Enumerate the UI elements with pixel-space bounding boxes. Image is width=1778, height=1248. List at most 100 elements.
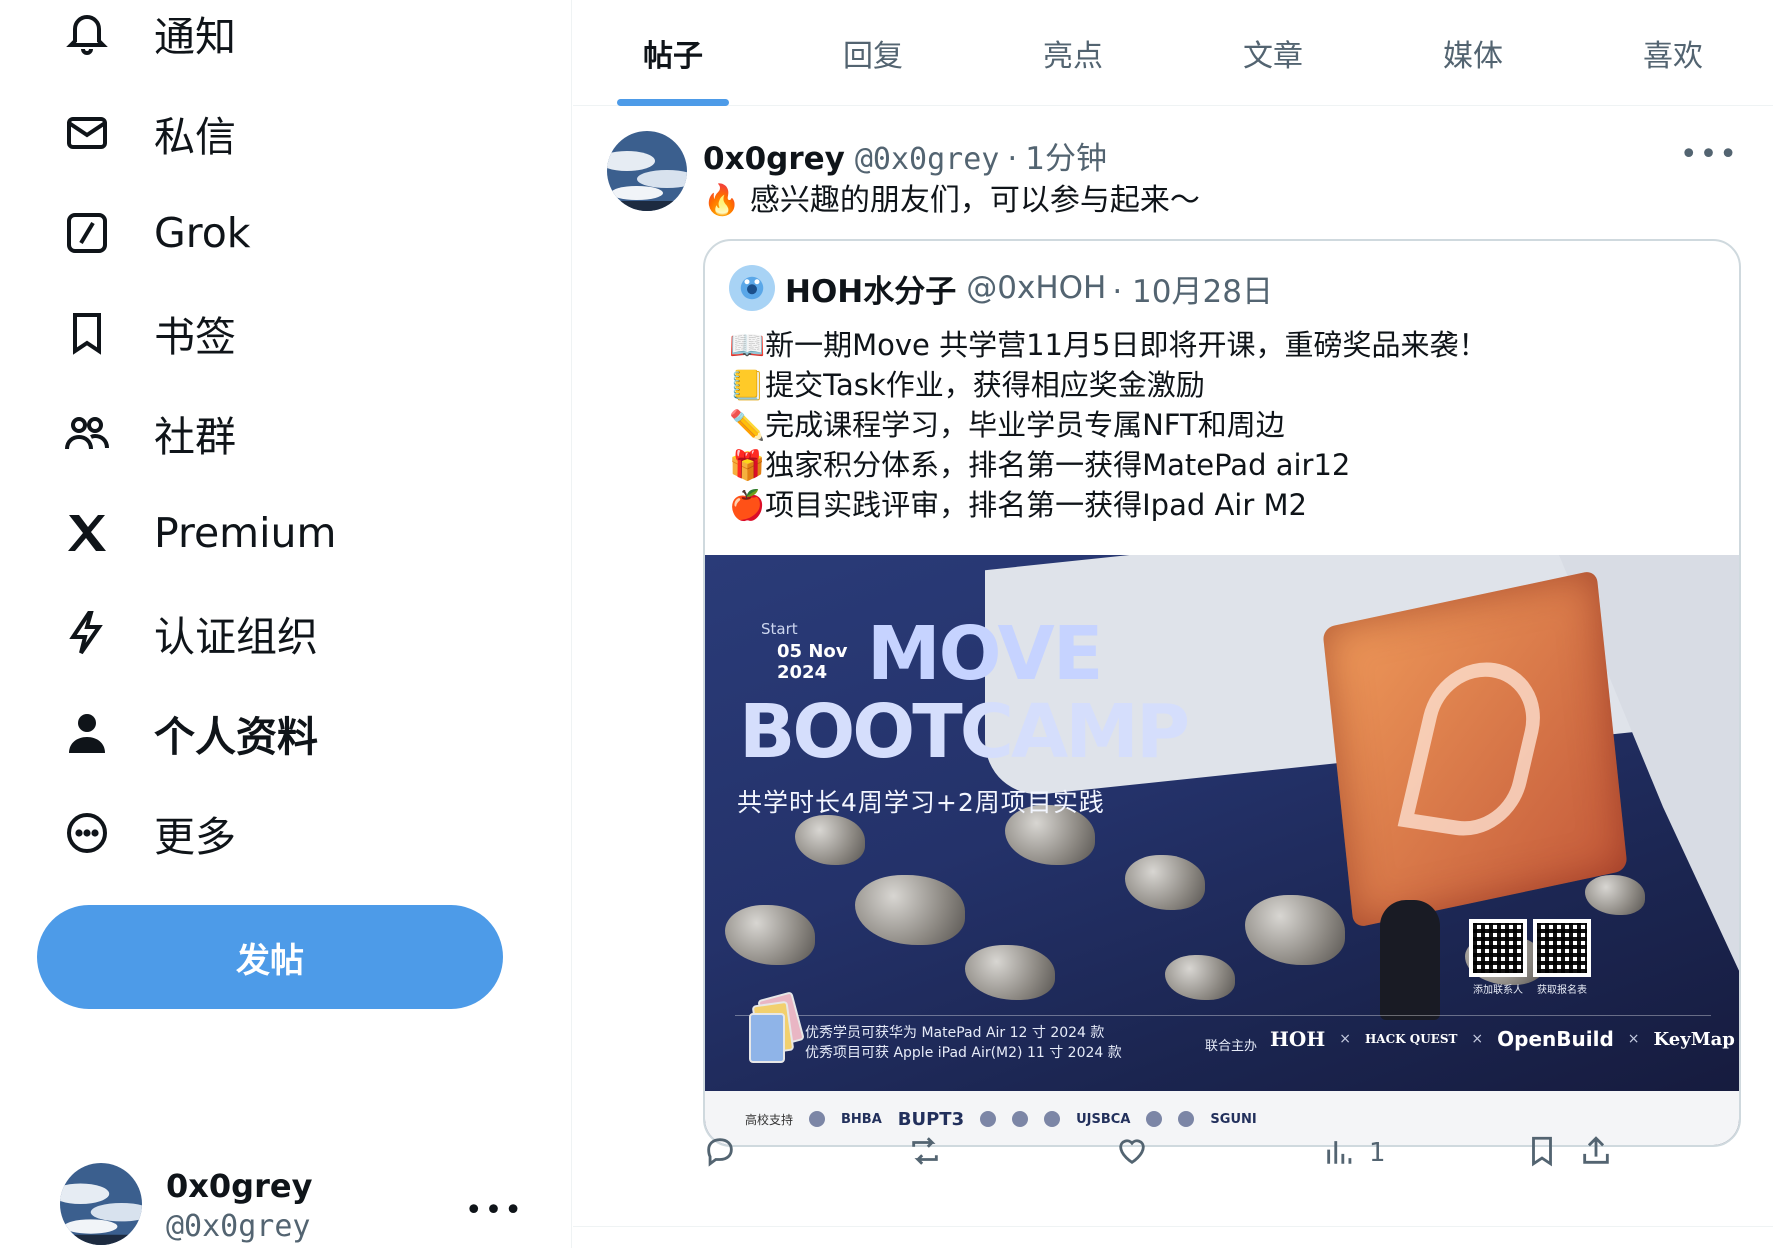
x-logo-icon <box>60 506 114 560</box>
tab-articles[interactable]: 文章 <box>1173 0 1373 106</box>
sponsor-logos: HOH × HACK QUEST × OpenBuild × KeyMap <box>1270 1027 1735 1051</box>
bookmark-button[interactable] <box>1525 1129 1559 1177</box>
person-icon <box>60 706 114 760</box>
quote-line: ✏️完成课程学习，毕业学员专属NFT和周边 <box>729 408 1285 442</box>
poster-title-line2: BOOTCAMP <box>739 689 1190 775</box>
tweet-actions: 1 <box>703 1129 1743 1177</box>
nav-label: 书签 <box>154 313 236 361</box>
post-button[interactable]: 发帖 <box>37 905 503 1009</box>
heart-icon <box>1115 1134 1149 1172</box>
nav-notifications[interactable]: 通知 <box>60 0 236 68</box>
nav-profile[interactable]: 个人资料 <box>60 698 318 768</box>
school-logo: BUPT3 <box>897 1108 965 1130</box>
nav-label: 通知 <box>154 13 236 61</box>
more-icon[interactable]: ••• <box>465 1193 524 1228</box>
quote-line: 📒提交Task作业，获得相应奖金激励 <box>729 368 1205 402</box>
quote-author: HOH水分子 <box>785 273 957 310</box>
nav-label: 更多 <box>154 813 236 861</box>
rock <box>855 875 965 945</box>
tab-likes[interactable]: 喜欢 <box>1573 0 1773 106</box>
tab-media[interactable]: 媒体 <box>1373 0 1573 106</box>
quote-line: 📖新一期Move 共学营11月5日即将开课，重磅奖品来袭！ <box>729 328 1488 362</box>
avatar <box>60 1163 142 1245</box>
lightning-icon <box>60 606 114 660</box>
poster-subtitle: 共学时长4周学习+2周项目实践 <box>737 788 1105 817</box>
divider <box>735 1015 1711 1016</box>
separator: · <box>1007 141 1018 177</box>
active-tab-indicator <box>617 99 729 106</box>
school-logo <box>1178 1111 1195 1127</box>
reply-button[interactable] <box>703 1129 749 1177</box>
bootcamp-poster-image[interactable]: Start 05 Nov 2024 MOVE BOOTCAMP 共学时长4周学习… <box>705 555 1739 1145</box>
reply-icon <box>703 1134 737 1172</box>
tab-label: 文章 <box>1243 39 1303 74</box>
rock <box>725 905 815 965</box>
nav-premium[interactable]: Premium <box>60 498 336 568</box>
like-button[interactable] <box>1115 1129 1161 1177</box>
account-handle: @0x0grey <box>166 1209 311 1244</box>
rock <box>795 815 865 865</box>
share-button[interactable] <box>1579 1129 1613 1177</box>
school-logo <box>1146 1111 1163 1127</box>
nav-verified-orgs[interactable]: 认证组织 <box>60 598 318 668</box>
views-count: 1 <box>1369 1138 1386 1168</box>
profile-tabs: 帖子 回复 亮点 文章 媒体 喜欢 <box>573 0 1773 106</box>
quoted-tweet[interactable]: HOH水分子 @0xHOH · 10月28日 📖新一期Move 共学营11月5日… <box>703 239 1741 1147</box>
quote-line: 🎁独家积分体系，排名第一获得MatePad air12 <box>729 448 1351 482</box>
ipad-illustration <box>745 991 805 1075</box>
sponsor-logo: OpenBuild <box>1497 1027 1614 1051</box>
tab-highlights[interactable]: 亮点 <box>973 0 1173 106</box>
tab-label: 帖子 <box>643 39 703 74</box>
qr-caption: 获取报名表 <box>1537 985 1587 996</box>
quote-text: 📖新一期Move 共学营11月5日即将开课，重磅奖品来袭！ 📒提交Task作业，… <box>729 325 1487 525</box>
qr-code <box>1469 919 1527 977</box>
nav-bookmarks[interactable]: 书签 <box>60 298 236 368</box>
analytics-icon <box>1323 1134 1357 1172</box>
views-button[interactable]: 1 <box>1323 1129 1386 1177</box>
sponsor-logo: HACK QUEST <box>1364 1032 1458 1046</box>
sidebar: 通知 私信 Grok 书签 社群 Premium 认证组织 个人资料 更多 发帖… <box>0 0 572 1248</box>
tweet[interactable]: 0x0grey @0x0grey · 1分钟 ••• 🔥 感兴趣的朋友们，可以参… <box>573 107 1773 1227</box>
mail-icon <box>60 106 114 160</box>
bell-icon <box>60 6 114 60</box>
support-label: 高校支持 <box>745 1112 794 1127</box>
tab-replies[interactable]: 回复 <box>773 0 973 106</box>
tab-label: 亮点 <box>1043 39 1103 74</box>
nav-grok[interactable]: Grok <box>60 198 251 268</box>
more-circle-icon <box>60 806 114 860</box>
account-name: 0x0grey <box>166 1167 313 1205</box>
quote-date: · 10月28日 <box>1112 273 1273 310</box>
tweet-text: 🔥 感兴趣的朋友们，可以参与起来～ <box>703 183 1200 218</box>
avatar[interactable] <box>607 131 687 211</box>
astronaut-figure <box>1380 900 1440 1020</box>
tab-label: 媒体 <box>1443 39 1503 74</box>
nav-messages[interactable]: 私信 <box>60 98 236 168</box>
poster-prizes: 优秀学员可获华为 MatePad Air 12 寸 2024 款 优秀项目可获 … <box>805 1023 1122 1063</box>
tweet-time[interactable]: 1分钟 <box>1025 133 1107 178</box>
qr-code <box>1533 919 1591 977</box>
tweet-handle[interactable]: @0x0grey <box>855 142 1000 177</box>
sui-logo-icon <box>1397 654 1553 844</box>
bookmark-icon <box>60 306 114 360</box>
tab-posts[interactable]: 帖子 <box>573 0 773 106</box>
account-switcher[interactable]: 0x0grey @0x0grey ••• <box>60 1163 540 1248</box>
prize-line: 优秀学员可获华为 MatePad Air 12 寸 2024 款 <box>805 1025 1105 1041</box>
grok-icon <box>60 206 114 260</box>
sponsor-logo: KeyMap <box>1653 1028 1735 1050</box>
school-logo: BHBA <box>841 1111 882 1127</box>
nav-more[interactable]: 更多 <box>60 798 236 868</box>
school-logo <box>980 1111 997 1127</box>
rock <box>1125 855 1205 910</box>
nav-communities[interactable]: 社群 <box>60 398 236 468</box>
repost-icon <box>908 1134 942 1172</box>
tweet-author[interactable]: 0x0grey <box>703 141 845 177</box>
sponsor-logo: HOH <box>1270 1027 1326 1051</box>
quote-line: 🍎项目实践评审，排名第一获得Ipad Air M2 <box>729 488 1307 522</box>
rock <box>965 945 1055 1000</box>
repost-button[interactable] <box>908 1129 954 1177</box>
cube-illustration <box>1322 569 1628 929</box>
nav-label: 社群 <box>154 413 236 461</box>
more-icon[interactable]: ••• <box>1680 137 1739 172</box>
rock <box>1585 875 1645 915</box>
school-logo <box>1012 1111 1029 1127</box>
